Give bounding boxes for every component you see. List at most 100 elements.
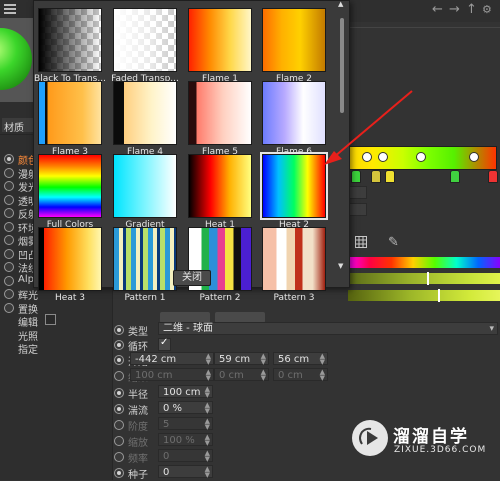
start-y-input[interactable]: 59 cm ▲ ▼	[214, 352, 269, 366]
preset-swatch[interactable]	[113, 154, 177, 218]
gradient-color-stop[interactable]	[488, 170, 498, 183]
prop-label: 种子	[128, 470, 148, 481]
prop-type: 类型 二维 - 球面 ▾	[110, 322, 500, 338]
gradient-color-stop[interactable]	[450, 170, 460, 183]
channel-radio[interactable]	[4, 275, 14, 286]
prop-seed: 种子 0 ▲ ▼	[110, 465, 500, 481]
start-x-input[interactable]: -442 cm ▲ ▼	[130, 352, 214, 366]
preset-swatch[interactable]	[188, 81, 252, 145]
slider-handle[interactable]	[438, 289, 440, 302]
watermark-logo	[352, 420, 388, 456]
close-button[interactable]: 关闭	[173, 270, 211, 286]
keyframe-radio[interactable]	[114, 388, 124, 398]
channel-radio[interactable]	[4, 302, 14, 313]
scale-input: 100 % ▲ ▼	[158, 433, 213, 447]
keyframe-radio[interactable]	[114, 420, 124, 430]
gradient-knot[interactable]	[469, 152, 479, 162]
channel-item[interactable]: 指定	[0, 341, 112, 356]
end-y-input: 0 cm ▲ ▼	[214, 368, 269, 382]
numeric-field[interactable]	[349, 186, 367, 199]
channel-radio[interactable]	[4, 221, 14, 232]
keyframe-radio[interactable]	[114, 436, 124, 446]
preset-swatch[interactable]	[38, 227, 102, 291]
channel-radio[interactable]	[4, 154, 14, 164]
prop-label: 频率	[128, 454, 148, 465]
start-z-input[interactable]: 56 cm ▲ ▼	[273, 352, 328, 366]
preset-swatch[interactable]	[38, 8, 102, 72]
prop-turbulence: 湍流 0 % ▲ ▼	[110, 401, 500, 417]
prop-label: 类型	[128, 327, 148, 338]
preset-swatch[interactable]	[262, 8, 326, 72]
preset-swatch[interactable]	[113, 8, 177, 72]
preset-label: Pattern 1	[124, 293, 166, 303]
type-dropdown[interactable]: 二维 - 球面 ▾	[158, 322, 498, 335]
channel-radio[interactable]	[4, 208, 14, 218]
channel-radio[interactable]	[4, 248, 14, 259]
radius-input[interactable]: 100 cm ▲ ▼	[158, 385, 213, 399]
preset-swatch[interactable]	[262, 81, 326, 145]
channel-item[interactable]: 光照	[0, 328, 112, 343]
eyedropper-icon[interactable]: ✎	[388, 235, 399, 250]
arrow-up-icon[interactable]: ↑	[466, 2, 477, 17]
hue-slider[interactable]	[348, 257, 500, 268]
arrow-left-icon[interactable]: ←	[432, 2, 443, 17]
channel-radio[interactable]	[4, 167, 14, 178]
channel-label: Alp	[18, 273, 34, 285]
play-logo-icon	[359, 427, 378, 445]
channel-item[interactable]: 编辑	[0, 314, 112, 329]
value-slider[interactable]	[348, 290, 500, 301]
preset-swatch[interactable]	[113, 81, 177, 145]
channel-radio[interactable]	[4, 194, 14, 205]
numeric-field[interactable]	[349, 203, 367, 216]
prop-label: 半径	[128, 390, 148, 401]
prop-loop: 循环	[110, 337, 500, 353]
prop-label: 循环	[128, 342, 148, 353]
grid-icon[interactable]	[355, 236, 367, 248]
channel-checkbox[interactable]	[45, 314, 56, 325]
channel-radio[interactable]	[4, 262, 14, 272]
channel-radio[interactable]	[4, 289, 14, 299]
end-x-input: 100 cm ▲ ▼	[130, 368, 214, 382]
channel-radio[interactable]	[4, 181, 14, 191]
frequency-input: 0 ▲ ▼	[158, 449, 213, 463]
watermark-url: ZIXUE.3D66.COM	[394, 445, 487, 455]
keyframe-radio[interactable]	[114, 404, 124, 414]
turbulence-input[interactable]: 0 % ▲ ▼	[158, 401, 213, 415]
preset-swatch[interactable]	[262, 227, 326, 291]
material-preview	[0, 18, 34, 102]
hamburger-menu-icon[interactable]	[4, 4, 16, 14]
scroll-down-icon[interactable]: ▼	[338, 262, 343, 270]
keyframe-radio[interactable]	[114, 468, 124, 478]
seed-input[interactable]: 0 ▲ ▼	[158, 465, 213, 479]
slider-handle[interactable]	[427, 272, 429, 285]
settings-icon[interactable]: ⚙	[482, 3, 492, 16]
prop-label: 阶度	[128, 422, 148, 433]
material-label: 材质	[4, 123, 24, 134]
preset-label: Pattern 3	[273, 293, 315, 303]
keyframe-radio[interactable]	[114, 371, 124, 381]
keyframe-radio[interactable]	[114, 452, 124, 462]
preset-swatch[interactable]	[260, 152, 328, 220]
preset-swatch[interactable]	[113, 227, 177, 291]
prop-end: 结束 100 cm▲▼ 0 cm▲▼ 0 cm▲▼	[110, 368, 500, 384]
arrow-right-icon[interactable]: →	[449, 2, 460, 17]
preset-swatch[interactable]	[188, 154, 252, 218]
channel-radio[interactable]	[4, 235, 14, 245]
dropdown-value: 二维 - 球面	[163, 323, 213, 334]
saturation-slider[interactable]	[348, 273, 500, 284]
preset-label: Pattern 2	[199, 293, 241, 303]
keyframe-radio[interactable]	[114, 355, 124, 365]
keyframe-radio[interactable]	[114, 340, 124, 350]
keyframe-radio[interactable]	[114, 325, 124, 335]
prop-label: 湍流	[128, 406, 148, 417]
loop-checkbox[interactable]	[158, 337, 171, 351]
channel-label: 指定	[18, 345, 38, 356]
preset-swatch[interactable]	[188, 8, 252, 72]
end-z-input: 0 cm ▲ ▼	[273, 368, 328, 382]
prop-radius: 半径 100 cm ▲ ▼	[110, 385, 500, 401]
preset-swatch[interactable]	[38, 81, 102, 145]
preset-swatch[interactable]	[38, 154, 102, 218]
prop-start: 开始 -442 cm▲▼ 59 cm▲▼ 56 cm▲▼	[110, 352, 500, 368]
scroll-up-icon[interactable]: ▲	[338, 0, 343, 8]
chevron-down-icon: ▾	[489, 324, 494, 334]
